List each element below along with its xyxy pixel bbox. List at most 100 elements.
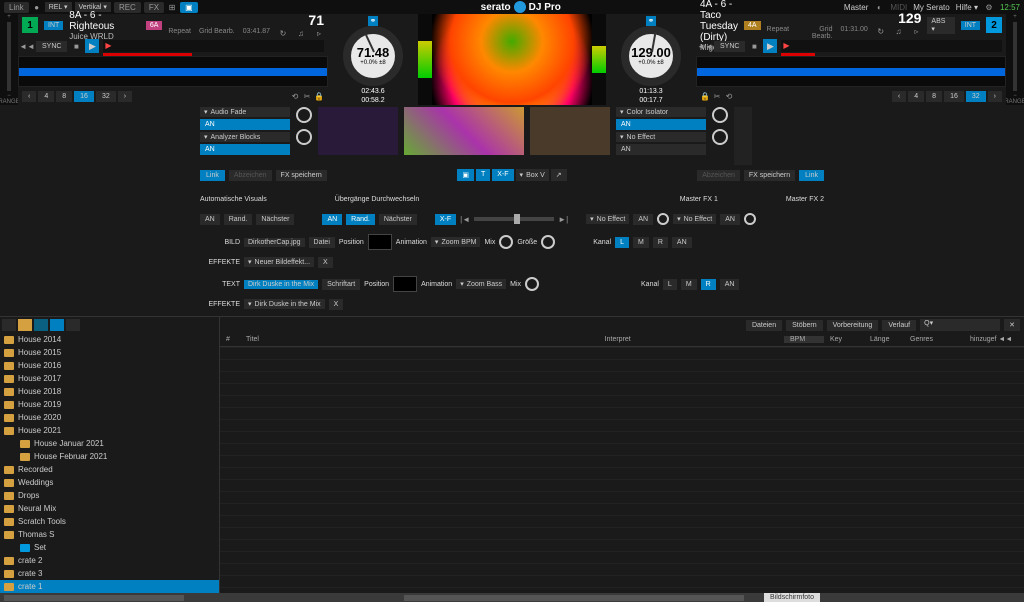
deck2-jog-wheel[interactable]: 129.00 +0.0% ±8	[621, 26, 681, 86]
av-an-btn[interactable]: AN	[200, 214, 220, 225]
box-v-dropdown[interactable]: ▾ Box V	[516, 169, 549, 181]
deck2-beat-8[interactable]: 8	[926, 91, 942, 102]
rel-dropdown[interactable]: REL ▾	[45, 2, 72, 12]
fx-save-right[interactable]: FX speichern	[744, 170, 795, 181]
video-toggle[interactable]: ▣	[180, 2, 198, 13]
xfade-prev-icon[interactable]: |◄	[460, 214, 470, 224]
color-iso-on[interactable]: AN	[616, 119, 706, 130]
tab-verlauf[interactable]: Verlauf	[882, 320, 916, 331]
pitch-slider-left[interactable]: + − RANGE	[0, 14, 18, 105]
analyzer-block-on[interactable]: AN	[200, 144, 290, 155]
no-effect-on[interactable]: AN	[616, 144, 706, 155]
repeat-icon-2[interactable]: ↻	[876, 26, 886, 36]
link-chain-icon[interactable]: ⚭	[368, 16, 378, 26]
text-x-btn[interactable]: X	[329, 299, 344, 310]
dirk-mix-dropdown[interactable]: ▾ Dirk Duske in the Mix	[244, 299, 325, 309]
video-fader[interactable]	[734, 107, 752, 165]
mfx1-dropdown[interactable]: ▾ No Effect	[586, 214, 629, 224]
crate-serato-btn[interactable]	[34, 319, 48, 331]
deck2-beat-32[interactable]: 32	[966, 91, 986, 102]
bild-datei-btn[interactable]: Datei	[309, 237, 335, 248]
mfx1-knob[interactable]	[657, 213, 669, 225]
settings-icon[interactable]: ⚙	[984, 2, 994, 12]
crate-item[interactable]: House 2015	[0, 346, 219, 359]
zoom-bass-dropdown[interactable]: ▾ Zoom Bass	[456, 279, 506, 289]
col-genres[interactable]: Genres	[904, 336, 964, 343]
deck2-prev-icon[interactable]: ◄◄	[700, 41, 710, 51]
crate-item[interactable]: Set	[0, 541, 219, 554]
deck2-beat-16[interactable]: 16	[944, 91, 964, 102]
deck1-play-button[interactable]: ▶	[85, 39, 99, 53]
crate-item[interactable]: Scratch Tools	[0, 515, 219, 528]
crate-folder-btn[interactable]	[18, 319, 32, 331]
av-next-btn[interactable]: Nächster	[256, 214, 294, 225]
crate-item[interactable]: House 2018	[0, 385, 219, 398]
link-chain-icon-2[interactable]: ⚭	[646, 16, 656, 26]
mfx1-an[interactable]: AN	[633, 214, 653, 225]
mfx2-an[interactable]: AN	[720, 214, 740, 225]
deck1-loop-icon[interactable]: ⟲	[290, 91, 300, 101]
col-titel[interactable]: Titel	[240, 336, 599, 343]
deck2-cue-icon[interactable]: ■	[749, 41, 759, 51]
fx-knob-3[interactable]	[712, 107, 728, 123]
kanal2-an[interactable]: AN	[720, 279, 740, 290]
bild-pos-preview[interactable]	[368, 234, 392, 250]
audio-fade-dropdown[interactable]: ▾ Audio Fade	[200, 107, 290, 117]
no-effect-dropdown[interactable]: ▾ No Effect	[616, 132, 706, 142]
text-value[interactable]: Dirk Duske in the Mix	[244, 280, 318, 289]
help-dropdown[interactable]: Hilfe ▾	[956, 3, 978, 12]
bild-x-btn[interactable]: X	[318, 257, 333, 268]
deck2-lock-icon[interactable]: 🔒	[700, 91, 710, 101]
hotcue-marker[interactable]: ▶	[103, 41, 113, 51]
deck2-abs-dropdown[interactable]: ABS ▾	[927, 17, 954, 34]
deck2-scissors-icon[interactable]: ✂	[712, 91, 722, 101]
neuer-bild-dropdown[interactable]: ▾ Neuer Bildeffekt...	[244, 257, 314, 267]
video-preview-right[interactable]	[530, 107, 610, 155]
zoom-bpm-dropdown[interactable]: ▾ Zoom BPM	[431, 237, 481, 247]
center-waveform[interactable]	[432, 14, 592, 105]
search-close-btn[interactable]: ✕	[1004, 319, 1020, 331]
kanal1-an[interactable]: AN	[672, 237, 692, 248]
crate-item[interactable]: crate 2	[0, 554, 219, 567]
video-preview-left[interactable]	[318, 107, 398, 155]
deck2-overview-waveform[interactable]	[696, 56, 1006, 87]
crate-item[interactable]: House 2019	[0, 398, 219, 411]
hotcue-marker-2[interactable]: ▶	[781, 41, 791, 51]
fx-knob-1[interactable]	[296, 107, 312, 123]
deck1-lock-icon[interactable]: 🔒	[314, 91, 324, 101]
deck1-int-badge[interactable]: INT	[44, 21, 63, 30]
deck1-beat-16[interactable]: 16	[74, 91, 94, 102]
col-hinzu[interactable]: hinzugef ◄◄	[964, 336, 1024, 343]
fx-knob-2[interactable]	[296, 129, 312, 145]
crate-item[interactable]: House 2020	[0, 411, 219, 424]
crate-item[interactable]: crate 3	[0, 567, 219, 580]
ub-next-btn[interactable]: Nächster	[379, 214, 417, 225]
fx-save-left[interactable]: FX speichern	[276, 170, 327, 181]
bild-mix-knob[interactable]	[499, 235, 513, 249]
kanal1-r[interactable]: R	[653, 237, 668, 248]
link-button[interactable]: Link	[4, 2, 29, 13]
kanal2-l[interactable]: L	[663, 279, 677, 290]
preview-overlay-btn[interactable]: ▣	[457, 169, 474, 181]
col-num[interactable]: #	[220, 336, 240, 343]
audio-fade-on[interactable]: AN	[200, 119, 290, 130]
deck1-cue-bar[interactable]: ▶	[103, 40, 324, 52]
deck1-prev-icon[interactable]: ◄◄	[22, 41, 32, 51]
note-icon-2[interactable]: ♫	[894, 26, 904, 36]
color-isolator-dropdown[interactable]: ▾ Color Isolator	[616, 107, 706, 117]
deck2-loop-icon[interactable]: ⟲	[724, 91, 734, 101]
kanal2-m[interactable]: M	[681, 279, 697, 290]
crate-view-grid[interactable]	[66, 319, 80, 331]
video-preview-main[interactable]	[404, 107, 524, 155]
crate-item[interactable]: Drops	[0, 489, 219, 502]
ub-rand-btn[interactable]: Rand.	[346, 214, 375, 225]
expand-preview-btn[interactable]: ↗	[551, 169, 567, 181]
kanal1-l[interactable]: L	[615, 237, 629, 248]
crate-item[interactable]: House Februar 2021	[0, 450, 219, 463]
xfade-next-icon[interactable]: ►|	[558, 214, 568, 224]
crate-item[interactable]: House 2014	[0, 333, 219, 346]
kanal2-r[interactable]: R	[701, 279, 716, 290]
link-left-button[interactable]: Link	[200, 170, 225, 181]
crossfader[interactable]	[474, 217, 554, 221]
kanal1-m[interactable]: M	[633, 237, 649, 248]
